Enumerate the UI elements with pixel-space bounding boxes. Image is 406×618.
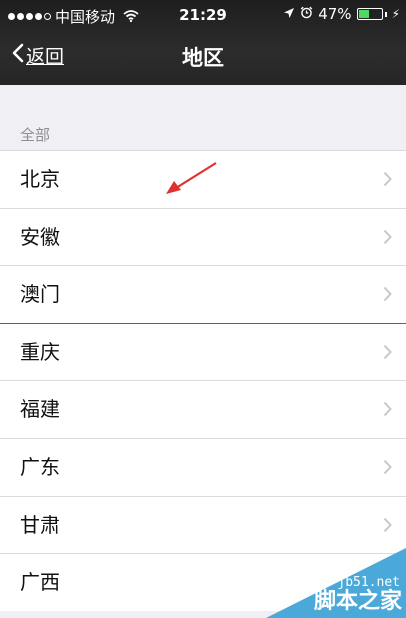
region-row[interactable]: 澳门 xyxy=(0,266,406,324)
region-label: 重庆 xyxy=(20,339,60,364)
chevron-right-icon xyxy=(383,171,392,191)
charging-bolt-icon: ⚡ xyxy=(391,7,400,21)
region-row[interactable]: 广东 xyxy=(0,439,406,497)
battery-percent: 47% xyxy=(318,5,352,23)
chevron-right-icon xyxy=(383,286,392,306)
region-row[interactable]: 甘肃 xyxy=(0,497,406,555)
chevron-right-icon xyxy=(383,517,392,537)
chevron-right-icon xyxy=(383,401,392,421)
region-label: 福建 xyxy=(20,397,60,422)
status-bar: 中国移动 21:29 47% ⚡ xyxy=(0,0,406,30)
top-bar: 中国移动 21:29 47% ⚡ 返回 地区 xyxy=(0,0,406,85)
region-label: 广西 xyxy=(20,570,60,595)
region-row[interactable]: 重庆 xyxy=(0,324,406,382)
status-right: 47% ⚡ xyxy=(283,5,400,23)
region-label: 北京 xyxy=(20,167,60,191)
section-header: 全部 xyxy=(20,126,51,144)
region-row[interactable]: 福建 xyxy=(0,381,406,439)
location-arrow-icon xyxy=(283,5,295,23)
navigation-bar: 返回 地区 xyxy=(0,30,406,85)
chevron-right-icon xyxy=(383,229,392,249)
chevron-right-icon xyxy=(383,459,392,479)
chevron-right-icon xyxy=(383,344,392,364)
watermark: jb51.net 脚本之家 xyxy=(266,548,406,618)
region-list: 北京 安徽 澳门 重庆 福建 广东 甘肃 广西 xyxy=(0,150,406,611)
region-label: 广东 xyxy=(20,454,60,479)
alarm-clock-icon xyxy=(300,5,313,23)
region-row[interactable]: 安徽 xyxy=(0,209,406,267)
page-title: 地区 xyxy=(182,46,224,70)
battery-tip xyxy=(384,11,387,17)
battery-icon xyxy=(356,8,383,20)
annotation-arrow xyxy=(162,160,222,204)
region-label: 甘肃 xyxy=(20,512,60,537)
region-label: 安徽 xyxy=(20,224,60,249)
region-label: 澳门 xyxy=(20,282,60,307)
watermark-name: 脚本之家 xyxy=(313,589,402,614)
